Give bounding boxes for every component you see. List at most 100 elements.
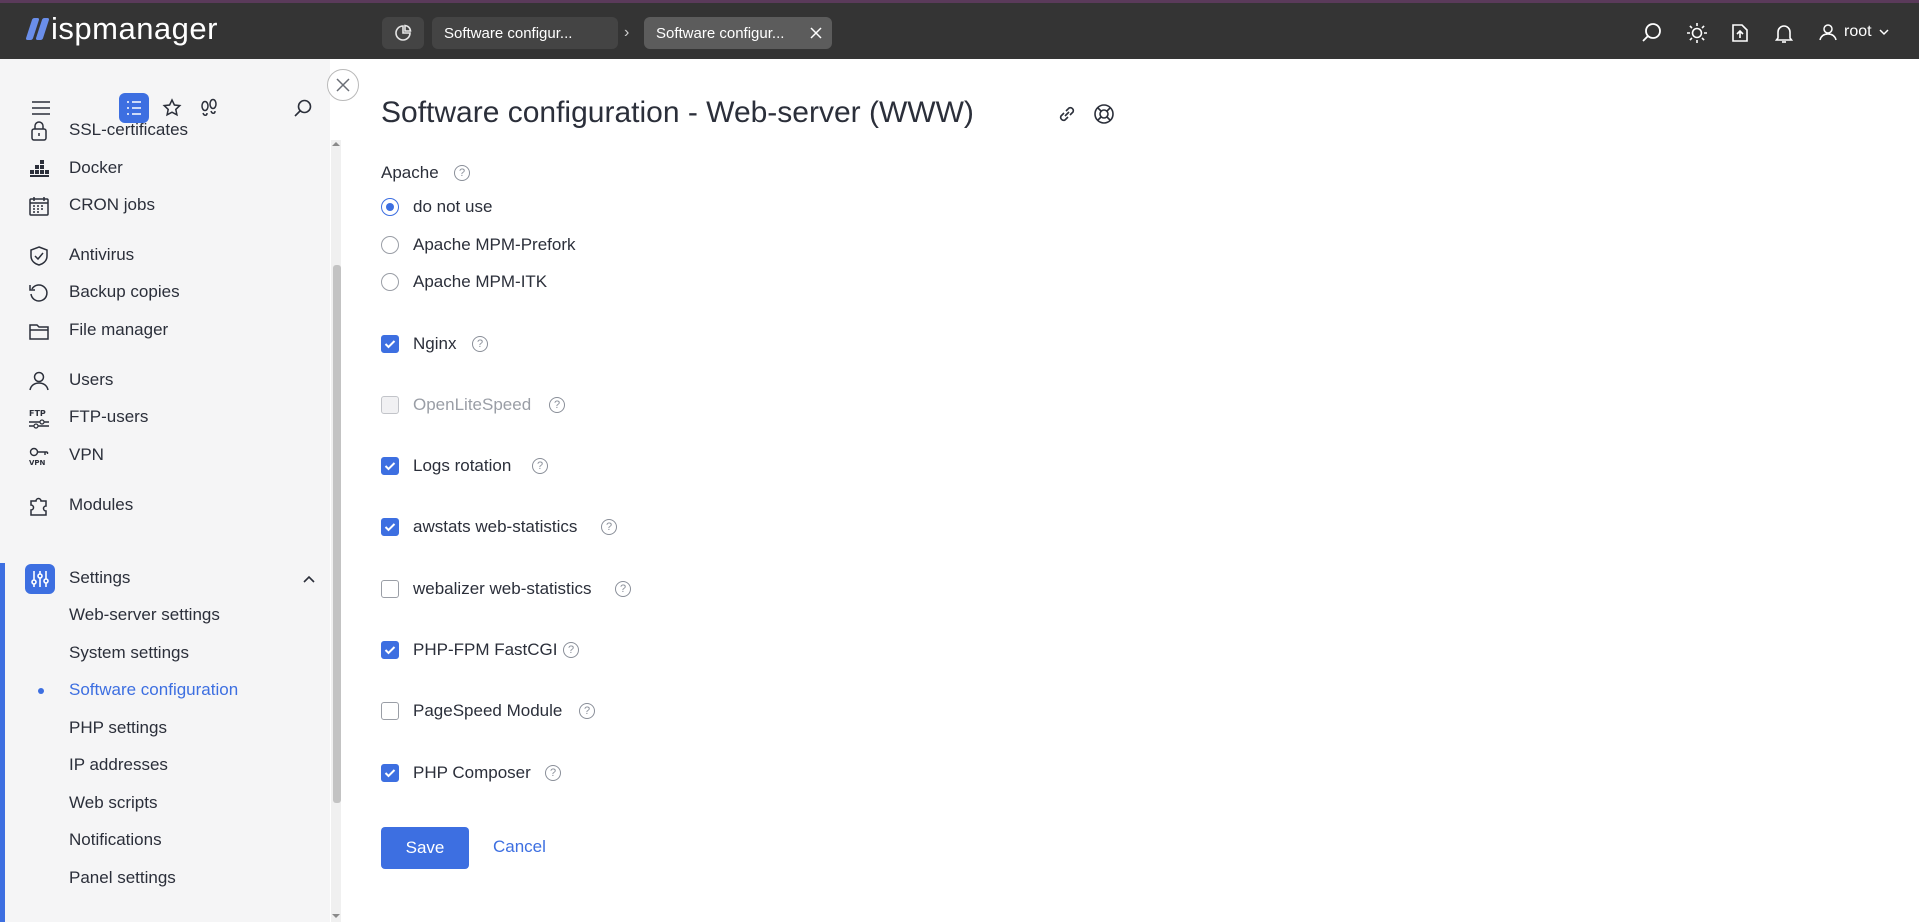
checkbox-openlitespeed [381,396,399,414]
checkbox-label-openlitespeed: OpenLiteSpeed [413,395,532,414]
sidebar-subitem-web-server-settings[interactable]: Web-server settings [69,605,220,629]
checkbox-logs-rotation[interactable] [381,457,399,475]
radio-apache-mpm-itk[interactable] [381,273,399,291]
link-icon[interactable] [1056,103,1078,125]
checkbox-label-php-composer[interactable]: PHP Composer [413,763,531,783]
chevron-down-icon [1879,29,1889,36]
sidebar-item-ftp-users[interactable]: FTP FTP-users [0,400,330,434]
nginx-help-icon[interactable]: ? [472,336,488,352]
sidebar-item-label: Settings [69,568,131,587]
sidebar-item-label: Backup copies [69,282,180,301]
webalizer-help-icon[interactable]: ? [615,581,631,597]
checkbox-pagespeed[interactable] [381,702,399,720]
checkbox-label-logs-rotation[interactable]: Logs rotation [413,456,511,476]
checkbox-label-php-fpm[interactable]: PHP-FPM FastCGI [413,640,558,660]
sidebar-item-cron-jobs[interactable]: CRON jobs [0,188,330,222]
radio-label-apache-mpm-itk[interactable]: Apache MPM-ITK [413,272,547,292]
tab-label: Software configur... [444,24,573,42]
checkbox-nginx[interactable] [381,335,399,353]
sidebar-subitem-php-settings[interactable]: PHP settings [69,718,167,742]
active-indicator-dot [38,688,44,694]
sidebar-item-users[interactable]: Users [0,363,330,397]
tab-software-configuration[interactable]: Software configur... [432,17,618,49]
scroll-down-arrow-icon[interactable] [332,912,340,920]
sidebar-item-backup-copies[interactable]: Backup copies [0,275,330,309]
upload-icon[interactable] [1728,21,1752,45]
ftp-icon: FTP [29,409,49,429]
svg-text:VPN: VPN [29,459,46,467]
svg-text:FTP: FTP [29,409,46,418]
sidebar-item-label: VPN [69,445,104,464]
checkbox-label-awstats[interactable]: awstats web-statistics [413,517,577,537]
cancel-button[interactable]: Cancel [493,837,546,857]
apache-help-icon[interactable]: ? [454,165,470,181]
checkmark-icon [384,340,396,349]
shield-icon [30,246,48,266]
scroll-up-arrow-icon[interactable] [332,140,340,148]
user-avatar-icon [1819,24,1837,41]
checkbox-webalizer[interactable] [381,580,399,598]
sidebar-item-label: Antivirus [69,245,135,264]
sidebar-item-label: Users [69,370,114,389]
awstats-help-icon[interactable]: ? [601,519,617,535]
sidebar-item-label: SSL-certificates [69,120,189,139]
sidebar-subitem-notifications[interactable]: Notifications [69,830,162,854]
logs-rotation-help-icon[interactable]: ? [532,458,548,474]
checkbox-php-composer[interactable] [381,764,399,782]
help-lifebuoy-icon[interactable] [1093,103,1115,125]
sidebar-item-ssl-certificates[interactable]: SSL-certificates [0,113,330,147]
sidebar-subitem-panel-settings[interactable]: Panel settings [69,868,176,892]
tab-software-configuration-active[interactable]: Software configur... [644,17,832,49]
sidebar-item-modules[interactable]: Modules [0,488,330,522]
sidebar-scrollbar-thumb[interactable] [333,265,341,803]
checkmark-icon [384,462,396,471]
search-icon[interactable] [1640,21,1664,45]
checkbox-label-pagespeed[interactable]: PageSpeed Module [413,701,562,721]
history-icon [29,284,48,302]
sidebar-item-settings[interactable]: Settings [0,561,330,595]
php-composer-help-icon[interactable]: ? [545,765,561,781]
user-icon [29,371,49,391]
close-icon [336,78,350,92]
checkbox-label-nginx[interactable]: Nginx [413,334,456,354]
radio-label-do-not-use[interactable]: do not use [413,197,492,217]
sidebar-item-label: Modules [69,495,134,514]
checkbox-awstats[interactable] [381,518,399,536]
close-icon[interactable] [808,25,824,41]
puzzle-icon [30,497,47,516]
sidebar-subitem-software-configuration[interactable]: Software configuration [69,680,238,704]
sidebar-subitem-system-settings[interactable]: System settings [69,643,189,667]
sidebar-item-vpn[interactable]: VPN VPN [0,438,330,472]
bell-icon[interactable] [1772,21,1796,45]
radio-do-not-use[interactable] [381,198,399,216]
radio-apache-mpm-prefork[interactable] [381,236,399,254]
sidebar-item-label: Docker [69,158,123,177]
theme-sun-icon[interactable] [1685,21,1709,45]
docker-icon [30,160,49,177]
openlitespeed-help-icon[interactable]: ? [549,397,565,413]
pagespeed-help-icon[interactable]: ? [579,703,595,719]
ispmanager-logo[interactable]: ispmanager [24,11,218,46]
tab-chevron-icon: › [624,24,630,41]
dashboard-button[interactable] [382,17,424,49]
sidebar-subitem-ip-addresses[interactable]: IP addresses [69,755,168,779]
user-menu[interactable]: root [1818,20,1890,44]
close-panel-button[interactable] [327,69,359,101]
page-title: Software configuration - Web-server (WWW… [381,96,974,129]
top-bar: ispmanager Software configur... › Softwa… [0,0,1919,59]
save-button[interactable]: Save [381,827,469,869]
php-fpm-help-icon[interactable]: ? [563,642,579,658]
sidebar-item-file-manager[interactable]: File manager [0,313,330,347]
sidebar-item-label: File manager [69,320,169,339]
sidebar-item-antivirus[interactable]: Antivirus [0,238,330,272]
chevron-up-icon[interactable] [302,572,316,586]
radio-label-apache-mpm-prefork[interactable]: Apache MPM-Prefork [413,235,576,255]
pie-chart-icon [395,24,412,41]
sidebar-subitem-web-scripts[interactable]: Web scripts [69,793,158,817]
sidebar-item-docker[interactable]: Docker [0,151,330,185]
checkbox-label-webalizer[interactable]: webalizer web-statistics [413,579,592,599]
checkmark-icon [384,523,396,532]
checkbox-php-fpm[interactable] [381,641,399,659]
folder-icon [29,324,49,340]
lock-icon [31,121,47,141]
